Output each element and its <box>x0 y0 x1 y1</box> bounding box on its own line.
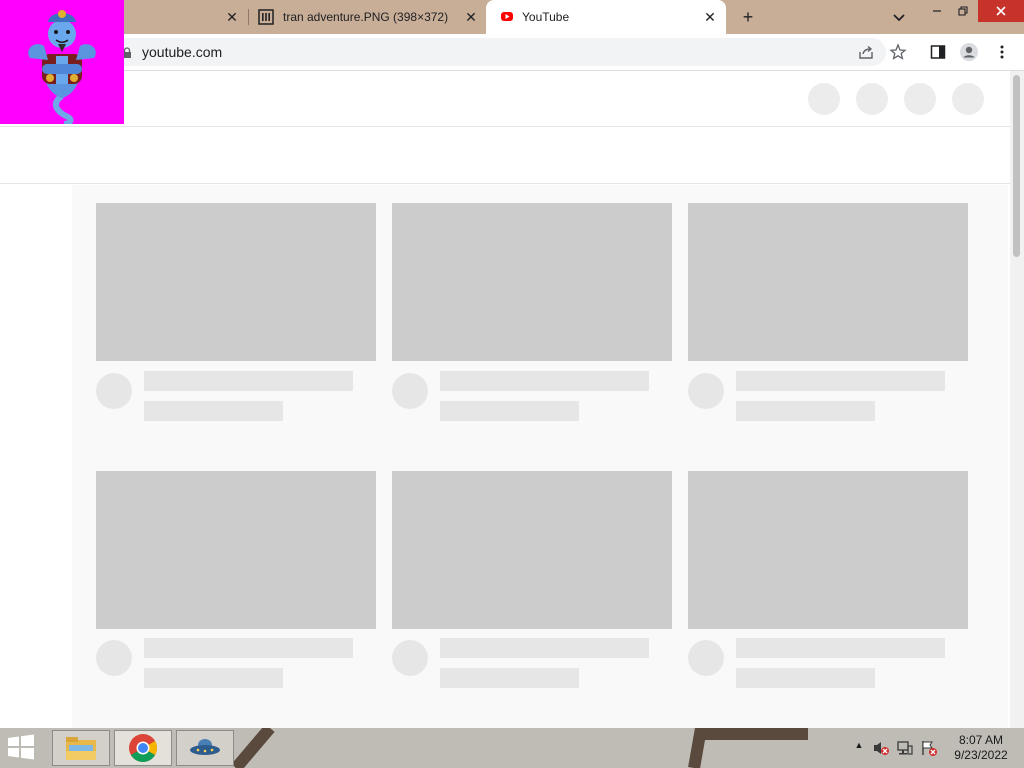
ufo-icon <box>190 739 220 755</box>
chip-bar <box>0 128 1010 184</box>
youtube-page <box>0 71 1010 728</box>
start-button[interactable] <box>6 734 40 764</box>
action-center-flag-icon[interactable] <box>920 739 938 757</box>
avatar <box>392 373 428 409</box>
clock-date: 9/23/2022 <box>954 748 1008 762</box>
volume-muted-icon[interactable] <box>872 739 890 757</box>
browser-toolbar: youtube.com <box>0 34 1024 71</box>
meta-placeholder <box>736 401 875 421</box>
meta-placeholder <box>440 668 579 688</box>
avatar <box>688 640 724 676</box>
taskbar-chrome[interactable] <box>114 730 172 766</box>
title-placeholder <box>440 371 649 391</box>
new-tab-button[interactable]: + <box>738 8 758 28</box>
video-card-skeleton[interactable] <box>392 203 672 443</box>
masthead-placeholder-icon <box>808 83 840 115</box>
meta-placeholder <box>440 401 579 421</box>
scrollbar-thumb[interactable] <box>1013 75 1020 257</box>
tab-strip: ✕ tran adventure.PNG (398×372) ✕ YouTube… <box>0 0 1024 34</box>
restore-button[interactable] <box>948 0 978 22</box>
chrome-icon <box>129 734 157 762</box>
meta-placeholder <box>736 668 875 688</box>
video-card-skeleton[interactable] <box>392 471 672 711</box>
video-card-skeleton[interactable] <box>688 203 968 443</box>
tab-image[interactable]: tran adventure.PNG (398×372) ✕ <box>250 0 486 34</box>
title-placeholder <box>144 638 353 658</box>
masthead <box>0 71 1010 127</box>
tab-youtube[interactable]: YouTube ✕ <box>486 0 726 34</box>
chevron-down-icon[interactable] <box>890 9 908 27</box>
video-card-skeleton[interactable] <box>96 471 376 711</box>
title-placeholder <box>440 638 649 658</box>
address-bar[interactable]: youtube.com <box>110 38 886 66</box>
folder-icon <box>66 737 96 760</box>
tab-separator <box>248 9 249 25</box>
url-text[interactable]: youtube.com <box>142 44 222 60</box>
profile-avatar-icon[interactable] <box>959 42 979 62</box>
thumbnail-placeholder[interactable] <box>688 471 968 629</box>
masthead-placeholder-icon <box>952 83 984 115</box>
genie-character[interactable] <box>0 0 124 127</box>
tab-title: tran adventure.PNG (398×372) <box>283 10 449 24</box>
video-feed <box>72 185 1008 728</box>
masthead-placeholder-icon <box>856 83 888 115</box>
title-placeholder <box>736 371 945 391</box>
more-menu-icon[interactable] <box>992 42 1012 62</box>
thumbnail-placeholder[interactable] <box>688 203 968 361</box>
clock-time: 8:07 AM <box>958 733 1004 747</box>
tab-close-icon[interactable]: ✕ <box>224 9 240 25</box>
tab-title: YouTube <box>522 10 570 24</box>
avatar <box>96 373 132 409</box>
meta-placeholder <box>144 401 283 421</box>
system-clock[interactable]: 8:07 AM 9/23/2022 <box>942 733 1020 763</box>
title-placeholder <box>144 371 353 391</box>
avatar <box>96 640 132 676</box>
close-window-button[interactable] <box>978 0 1024 22</box>
windows-taskbar: ▲ 8:07 AM 9/23/2022 <box>0 728 1024 768</box>
thumbnail-placeholder[interactable] <box>96 203 376 361</box>
video-card-skeleton[interactable] <box>688 471 968 711</box>
desktop-screen: ✕ tran adventure.PNG (398×372) ✕ YouTube… <box>0 0 1024 768</box>
genie-icon <box>0 0 124 127</box>
avatar <box>688 373 724 409</box>
video-card-skeleton[interactable] <box>96 203 376 443</box>
bookmark-star-icon[interactable] <box>888 42 908 62</box>
thumbnail-placeholder[interactable] <box>392 203 672 361</box>
title-placeholder <box>736 638 945 658</box>
tab-close-icon[interactable]: ✕ <box>702 9 718 25</box>
page-scrollbar[interactable] <box>1010 71 1024 728</box>
side-panel-icon[interactable] <box>928 42 948 62</box>
network-icon[interactable] <box>896 739 914 757</box>
meta-placeholder <box>144 668 283 688</box>
share-icon[interactable] <box>856 42 876 62</box>
taskbar-file-explorer[interactable] <box>52 730 110 766</box>
thumbnail-placeholder[interactable] <box>96 471 376 629</box>
tab-hidden[interactable]: ✕ <box>124 0 248 34</box>
museum-icon <box>258 9 274 25</box>
avatar <box>392 640 428 676</box>
youtube-favicon-icon <box>498 11 514 23</box>
taskbar-ufo-app[interactable] <box>176 730 234 766</box>
masthead-placeholder-icon <box>904 83 936 115</box>
thumbnail-placeholder[interactable] <box>392 471 672 629</box>
tab-close-icon[interactable]: ✕ <box>463 9 479 25</box>
tray-expand-icon[interactable]: ▲ <box>850 740 868 758</box>
